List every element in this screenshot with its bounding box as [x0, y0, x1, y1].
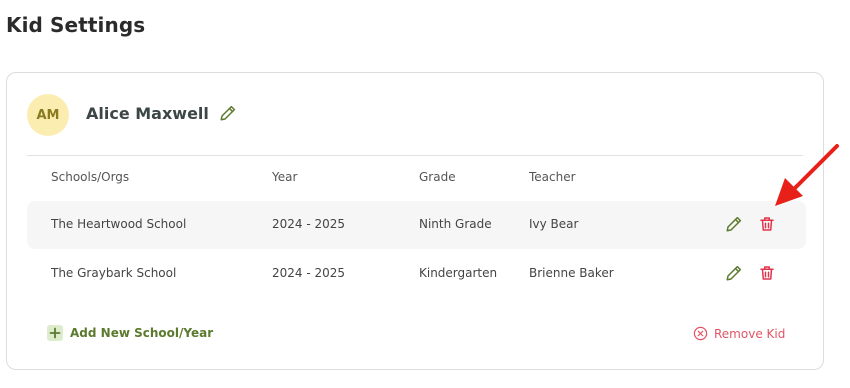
header-year: Year — [272, 170, 298, 184]
remove-kid-button[interactable]: Remove Kid — [693, 326, 785, 341]
header-grade: Grade — [419, 170, 456, 184]
cell-teacher: Brienne Baker — [529, 266, 614, 280]
pencil-icon — [726, 216, 742, 232]
plus-icon — [47, 325, 63, 341]
header-teacher: Teacher — [529, 170, 576, 184]
table-row: The Graybark School 2024 - 2025 Kinderga… — [27, 250, 806, 298]
cell-year: 2024 - 2025 — [272, 266, 346, 280]
remove-kid-label: Remove Kid — [714, 326, 786, 341]
table-row: The Heartwood School 2024 - 2025 Ninth G… — [27, 201, 806, 249]
add-school-year-button[interactable]: Add New School/Year — [47, 325, 213, 341]
edit-row-button[interactable] — [725, 215, 743, 233]
edit-kid-name-button[interactable] — [219, 104, 237, 122]
add-school-year-label: Add New School/Year — [70, 326, 214, 340]
circle-x-icon — [693, 326, 708, 341]
pencil-icon — [726, 265, 742, 281]
cell-school: The Heartwood School — [51, 217, 187, 231]
delete-row-button[interactable] — [758, 264, 776, 282]
header-schools: Schools/Orgs — [51, 170, 130, 184]
kid-card: AM Alice Maxwell Schools/Orgs Year Grade… — [6, 72, 824, 370]
trash-icon — [760, 217, 774, 231]
kid-name: Alice Maxwell — [86, 104, 209, 123]
page-title: Kid Settings — [6, 13, 146, 37]
cell-teacher: Ivy Bear — [529, 217, 579, 231]
edit-row-button[interactable] — [725, 264, 743, 282]
avatar: AM — [27, 94, 69, 136]
cell-grade: Ninth Grade — [419, 217, 492, 231]
divider — [27, 155, 803, 156]
pencil-icon — [220, 105, 236, 121]
cell-year: 2024 - 2025 — [272, 217, 346, 231]
trash-icon — [760, 266, 774, 280]
cell-grade: Kindergarten — [419, 266, 498, 280]
annotation-arrow — [775, 144, 839, 206]
cell-school: The Graybark School — [51, 266, 177, 280]
delete-row-button[interactable] — [758, 215, 776, 233]
